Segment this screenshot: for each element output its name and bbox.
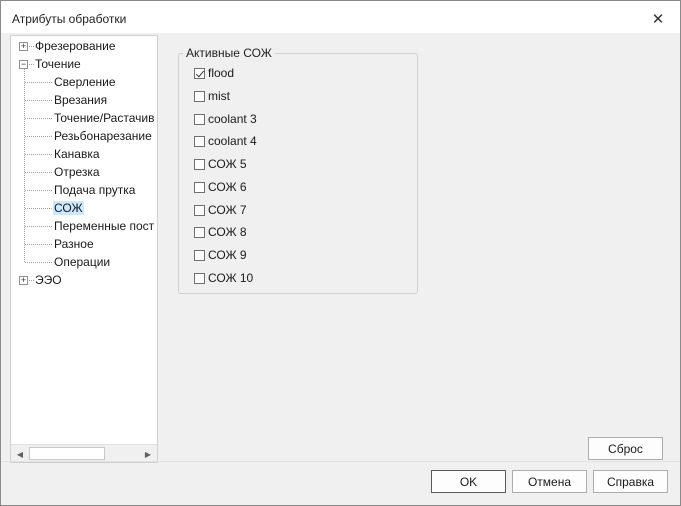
tree-connector-line: [25, 154, 52, 155]
checkbox-unchecked-icon[interactable]: [194, 226, 205, 238]
tree-connector-line: [25, 118, 52, 119]
checkbox-unchecked-icon[interactable]: [194, 158, 205, 170]
checkbox-unchecked-icon[interactable]: [194, 135, 205, 147]
coolant-checkbox-row[interactable]: coolant 3: [194, 111, 257, 127]
tree-connector-line: [25, 82, 52, 83]
tree-connector-line: [25, 226, 52, 227]
checkbox-unchecked-icon[interactable]: [194, 249, 205, 261]
coolant-checkbox-row[interactable]: mist: [194, 88, 230, 104]
coolant-checkbox-row[interactable]: СОЖ 7: [194, 202, 247, 218]
group-title: Активные СОЖ: [183, 46, 275, 60]
tree-connector-line: [25, 262, 52, 263]
coolant-checkbox-row[interactable]: coolant 4: [194, 133, 257, 149]
tree-item-label: Резьбонарезание: [54, 129, 152, 143]
tree-item-label: Точение: [35, 57, 81, 71]
coolant-checkbox-row[interactable]: СОЖ 8: [194, 224, 247, 240]
tree-item[interactable]: Сверление: [53, 73, 117, 91]
cancel-button[interactable]: Отмена: [512, 470, 587, 493]
checkbox-unchecked-icon[interactable]: [194, 272, 205, 284]
coolant-checkbox-row[interactable]: СОЖ 5: [194, 156, 247, 172]
tree-item[interactable]: Резьбонарезание: [53, 127, 153, 145]
expand-icon[interactable]: +: [19, 42, 28, 51]
collapse-icon[interactable]: −: [19, 60, 28, 69]
coolant-label: mist: [208, 89, 230, 103]
tree-connector-line: [25, 208, 52, 209]
dialog-window: Атрибуты обработки ✕ + Фрезерование − Точен…: [0, 0, 681, 506]
coolant-label: СОЖ 5: [208, 157, 247, 171]
coolant-label: СОЖ 10: [208, 271, 254, 285]
tree-item-label: Отрезка: [54, 165, 100, 179]
tree-item[interactable]: Разное: [53, 235, 95, 253]
scroll-right-icon[interactable]: ▶: [140, 446, 156, 462]
dialog-content: + Фрезерование − Точение Сверление Врезания То…: [1, 33, 680, 505]
coolant-checkbox-row[interactable]: flood: [194, 65, 234, 81]
tree-item[interactable]: Подача прутка: [53, 181, 136, 199]
tree-item-label: Операции: [54, 255, 111, 269]
reset-button[interactable]: Сброс: [588, 437, 663, 460]
window-title: Атрибуты обработки: [12, 12, 127, 26]
tree-item-label: Разное: [54, 237, 94, 251]
tree-connector-line: [25, 100, 52, 101]
scroll-thumb[interactable]: [29, 447, 105, 460]
tree-item[interactable]: Операции: [53, 253, 111, 271]
title-bar: Атрибуты обработки ✕: [1, 1, 680, 33]
coolant-label: СОЖ 9: [208, 248, 247, 262]
coolant-label: coolant 4: [208, 134, 257, 148]
tree-item[interactable]: Переменные пост: [53, 217, 155, 235]
tree-connector-line: [25, 244, 52, 245]
checkbox-unchecked-icon[interactable]: [194, 204, 205, 216]
tree-item[interactable]: ЭЭО: [34, 271, 63, 289]
tree-item-label: Канавка: [54, 147, 100, 161]
tree-item-label: Фрезерование: [35, 39, 116, 53]
tree-connector-line: [25, 172, 52, 173]
coolant-label: coolant 3: [208, 112, 257, 126]
checkbox-unchecked-icon[interactable]: [194, 90, 205, 102]
ok-button[interactable]: OK: [431, 470, 506, 493]
tree-item-label: Подача прутка: [54, 183, 136, 197]
scroll-left-icon[interactable]: ◀: [12, 446, 28, 462]
checkbox-unchecked-icon[interactable]: [194, 181, 205, 193]
checkbox-unchecked-icon[interactable]: [194, 113, 205, 125]
category-tree[interactable]: + Фрезерование − Точение Сверление Врезания То…: [10, 35, 158, 463]
checkbox-checked-icon[interactable]: [194, 67, 205, 79]
tree-connector-line: [25, 136, 52, 137]
expand-icon[interactable]: +: [19, 276, 28, 285]
tree-item-label: СОЖ: [53, 201, 84, 215]
coolant-label: СОЖ 6: [208, 180, 247, 194]
tree-item-label: ЭЭО: [35, 273, 62, 287]
tree-item[interactable]: Врезания: [53, 91, 108, 109]
horizontal-scrollbar[interactable]: ◀ ▶: [11, 444, 157, 462]
tree-connector-line: [24, 69, 25, 262]
close-icon[interactable]: ✕: [644, 7, 672, 31]
tree-item[interactable]: Отрезка: [53, 163, 101, 181]
tree-item-label: Сверление: [54, 75, 116, 89]
tree-item[interactable]: Канавка: [53, 145, 101, 163]
coolant-checkbox-row[interactable]: СОЖ 6: [194, 179, 247, 195]
tree-item-label: Врезания: [54, 93, 108, 107]
tree-connector-line: [25, 190, 52, 191]
coolant-label: flood: [208, 66, 235, 80]
tree-item[interactable]: Точение/Растачив: [53, 109, 155, 127]
tree-item[interactable]: СОЖ: [53, 199, 84, 217]
coolant-label: СОЖ 8: [208, 225, 247, 239]
tree-viewport: + Фрезерование − Точение Сверление Врезания То…: [11, 36, 157, 444]
coolant-label: СОЖ 7: [208, 203, 247, 217]
tree-item-label: Переменные пост: [54, 219, 155, 233]
coolant-checkbox-row[interactable]: СОЖ 9: [194, 247, 247, 263]
coolant-checkbox-row[interactable]: СОЖ 10: [194, 270, 253, 286]
footer-divider: [1, 461, 680, 462]
help-button[interactable]: Справка: [593, 470, 668, 493]
tree-item[interactable]: Точение: [34, 55, 82, 73]
tree-item[interactable]: Фрезерование: [34, 37, 117, 55]
tree-item-label: Точение/Растачив: [54, 111, 155, 125]
